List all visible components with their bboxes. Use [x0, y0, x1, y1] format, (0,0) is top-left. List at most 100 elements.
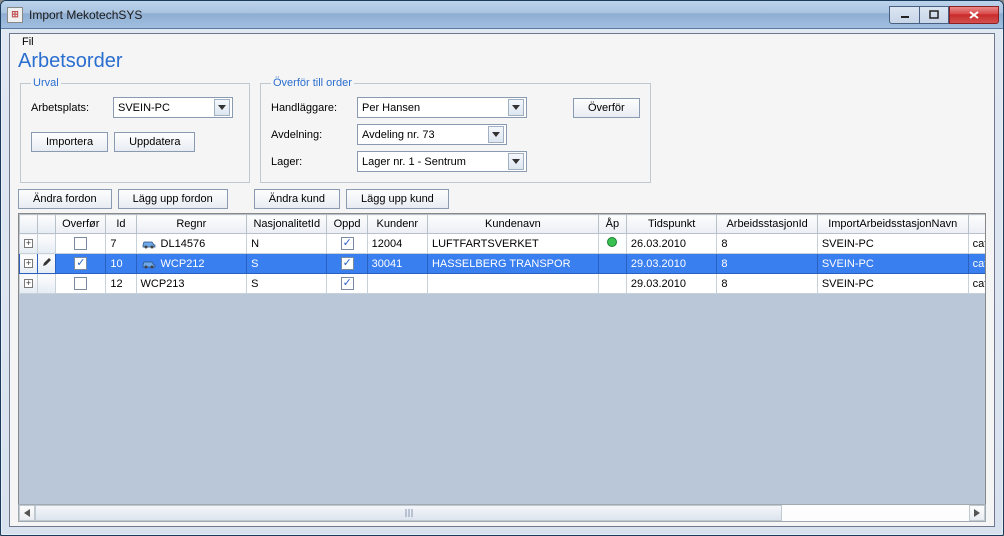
overfor-cell[interactable]: [56, 254, 106, 274]
maximize-button[interactable]: [919, 6, 949, 24]
edit-row-icon: [42, 259, 52, 270]
data-grid[interactable]: Overfør Id Regnr NasjonalitetId Oppd Kun…: [18, 213, 986, 513]
minimize-button[interactable]: [889, 6, 919, 24]
col-regnr[interactable]: Regnr: [136, 215, 247, 234]
overfor-cell[interactable]: [56, 234, 106, 254]
expand-cell[interactable]: +: [20, 274, 38, 294]
arbeidsstasjon-cell[interactable]: 8: [717, 254, 817, 274]
menu-file[interactable]: Fil: [16, 34, 40, 50]
chevron-down-icon: [488, 126, 504, 143]
plus-icon[interactable]: +: [24, 279, 33, 288]
overfor-checkbox[interactable]: [74, 237, 87, 250]
nasjonalitet-cell[interactable]: S: [247, 254, 327, 274]
tidspunkt-cell[interactable]: 26.03.2010: [626, 234, 716, 254]
ap-cell[interactable]: [598, 254, 626, 274]
window-title: Import MekotechSYS: [29, 8, 889, 22]
lagg-upp-kund-button[interactable]: Lägg upp kund: [346, 189, 449, 209]
rowselector-cell[interactable]: [38, 234, 56, 254]
action-toolbar: Ändra fordon Lägg upp fordon Ändra kund …: [10, 183, 994, 213]
close-button[interactable]: [949, 6, 999, 24]
rowselector-cell[interactable]: [38, 274, 56, 294]
scroll-left-icon[interactable]: [19, 505, 35, 521]
oppd-checkbox[interactable]: [341, 237, 354, 250]
uppdatera-button[interactable]: Uppdatera: [114, 132, 195, 152]
col-overfor[interactable]: Overfør: [56, 215, 106, 234]
handlaggare-combo[interactable]: Per Hansen: [357, 97, 527, 118]
fil-cell[interactable]: catbest.0: [968, 234, 986, 254]
nasjonalitet-cell[interactable]: N: [247, 234, 327, 254]
oppd-cell[interactable]: [327, 234, 367, 254]
table-row[interactable]: +7DL14576N 12004LUFTFARTSVERKET 26.03.2010…: [20, 234, 987, 254]
andra-kund-button[interactable]: Ändra kund: [254, 189, 340, 209]
oppd-checkbox[interactable]: [341, 277, 354, 290]
oppd-checkbox[interactable]: [341, 257, 354, 270]
kundenr-cell[interactable]: 30041: [367, 254, 427, 274]
kundenavn-cell[interactable]: LUFTFARTSVERKET: [427, 234, 598, 254]
titlebar[interactable]: ⊞ Import MekotechSYS: [1, 1, 1003, 29]
expand-cell[interactable]: +: [20, 234, 38, 254]
col-importnavn[interactable]: ImportArbeidsstasjonNavn: [817, 215, 968, 234]
col-ap[interactable]: Åp: [598, 215, 626, 234]
id-cell[interactable]: 10: [106, 254, 136, 274]
importnavn-cell[interactable]: SVEIN-PC: [817, 274, 968, 294]
regnr-cell[interactable]: WCP212: [136, 254, 247, 274]
kundenr-cell[interactable]: 12004: [367, 234, 427, 254]
tidspunkt-cell[interactable]: 29.03.2010: [626, 274, 716, 294]
arbeidsstasjon-cell[interactable]: 8: [717, 274, 817, 294]
overfor-checkbox[interactable]: [74, 257, 87, 270]
nasjonalitet-cell[interactable]: S: [247, 274, 327, 294]
col-nasjonalitet[interactable]: NasjonalitetId: [247, 215, 327, 234]
chevron-down-icon: [214, 99, 230, 116]
ap-cell[interactable]: [598, 234, 626, 254]
scroll-right-icon[interactable]: [969, 505, 985, 521]
col-kundenavn[interactable]: Kundenavn: [427, 215, 598, 234]
rowselector-cell[interactable]: [38, 254, 56, 274]
horizontal-scrollbar[interactable]: [18, 504, 986, 522]
grid-header-row: Overfør Id Regnr NasjonalitetId Oppd Kun…: [20, 215, 987, 234]
urval-legend: Urval: [31, 77, 61, 89]
id-cell[interactable]: 12: [106, 274, 136, 294]
fil-cell[interactable]: catbest.0: [968, 274, 986, 294]
plus-icon[interactable]: +: [24, 239, 33, 248]
client-area: Fil Arbetsorder Urval Arbetsplats: SVEIN…: [9, 33, 995, 527]
col-fil[interactable]: Fil: [968, 215, 986, 234]
table-row[interactable]: +12WCP213S 29.03.20108SVEIN-PCcatbest.0: [20, 274, 987, 294]
ap-cell[interactable]: [598, 274, 626, 294]
lagg-upp-fordon-button[interactable]: Lägg upp fordon: [118, 189, 228, 209]
regnr-cell[interactable]: WCP213: [136, 274, 247, 294]
col-id[interactable]: Id: [106, 215, 136, 234]
col-arbeidsstasjon[interactable]: ArbeidsstasjonId: [717, 215, 817, 234]
tidspunkt-cell[interactable]: 29.03.2010: [626, 254, 716, 274]
avdelning-combo[interactable]: Avdeling nr. 73: [357, 124, 507, 145]
overfor-group: Överför till order Handläggare: Per Hans…: [260, 77, 651, 183]
oppd-cell[interactable]: [327, 274, 367, 294]
andra-fordon-button[interactable]: Ändra fordon: [18, 189, 112, 209]
kundenr-cell[interactable]: [367, 274, 427, 294]
regnr-cell[interactable]: DL14576: [136, 234, 247, 254]
plus-icon[interactable]: +: [24, 259, 33, 268]
col-kundenr[interactable]: Kundenr: [367, 215, 427, 234]
fil-cell[interactable]: catbest.0: [968, 254, 986, 274]
scroll-thumb[interactable]: [35, 505, 782, 521]
overfor-checkbox[interactable]: [74, 277, 87, 290]
col-tidspunkt[interactable]: Tidspunkt: [626, 215, 716, 234]
col-expand[interactable]: [20, 215, 38, 234]
col-oppd[interactable]: Oppd: [327, 215, 367, 234]
expand-cell[interactable]: +: [20, 254, 38, 274]
kundenavn-cell[interactable]: HASSELBERG TRANSPOR: [427, 254, 598, 274]
id-cell[interactable]: 7: [106, 234, 136, 254]
col-rowselector[interactable]: [38, 215, 56, 234]
status-dot-icon: [607, 237, 617, 247]
importnavn-cell[interactable]: SVEIN-PC: [817, 254, 968, 274]
oppd-cell[interactable]: [327, 254, 367, 274]
arbeidsstasjon-cell[interactable]: 8: [717, 234, 817, 254]
importera-button[interactable]: Importera: [31, 132, 108, 152]
overfor-button[interactable]: Överför: [573, 98, 640, 118]
lager-combo[interactable]: Lager nr. 1 - Sentrum: [357, 151, 527, 172]
kundenavn-cell[interactable]: [427, 274, 598, 294]
arbetsplats-combo[interactable]: SVEIN-PC: [113, 97, 233, 118]
overfor-cell[interactable]: [56, 274, 106, 294]
scroll-track[interactable]: [35, 505, 969, 521]
importnavn-cell[interactable]: SVEIN-PC: [817, 234, 968, 254]
table-row[interactable]: +10WCP212S 30041HASSELBERG TRANSPOR 29.03.…: [20, 254, 987, 274]
